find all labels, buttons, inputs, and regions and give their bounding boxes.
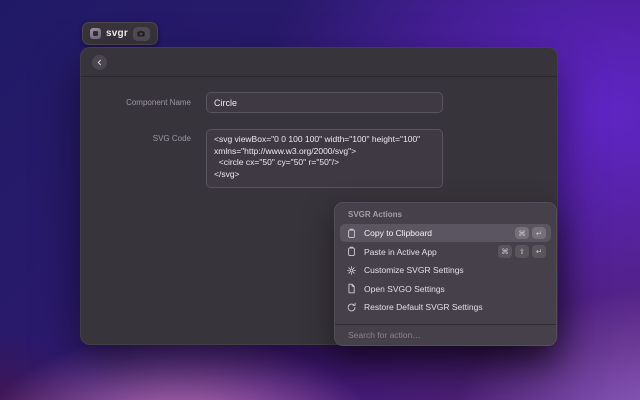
document-icon	[346, 283, 357, 294]
refresh-icon	[346, 302, 357, 313]
gear-icon	[346, 265, 357, 276]
chevron-left-icon	[95, 58, 104, 67]
svgr-window: Component Name SVG Code <svg viewBox="0 …	[80, 47, 558, 345]
action-item-customize-svgr-settings[interactable]: Customize SVGR Settings	[340, 261, 551, 279]
action-search-bar	[335, 324, 556, 345]
window-header	[81, 48, 557, 77]
extension-icon	[90, 28, 101, 39]
camera-icon[interactable]	[133, 27, 150, 41]
key-shift: ⇧	[515, 245, 529, 258]
clipboard-icon	[346, 228, 357, 239]
action-list: Copy to Clipboard ⌘ ↵ Paste in Active Ap…	[340, 224, 551, 320]
action-item-open-svgo-settings[interactable]: Open SVGO Settings	[340, 280, 551, 298]
component-name-input[interactable]	[206, 92, 443, 113]
action-label: Open SVGO Settings	[364, 284, 546, 294]
key-cmd: ⌘	[498, 245, 512, 258]
svg-code-label: SVG Code	[81, 133, 191, 145]
app-tab-svgr[interactable]: svgr	[82, 22, 158, 45]
clipboard-icon	[346, 246, 357, 257]
svg-code-textarea[interactable]: <svg viewBox="0 0 100 100" width="100" h…	[206, 129, 443, 188]
component-name-label: Component Name	[81, 92, 191, 113]
key-return: ↵	[532, 227, 546, 240]
action-item-paste-in-active-app[interactable]: Paste in Active App ⌘ ⇧ ↵	[340, 243, 551, 261]
action-label: Copy to Clipboard	[364, 228, 515, 238]
action-item-restore-default-svgr-settings[interactable]: Restore Default SVGR Settings	[340, 298, 551, 316]
action-label: Restore Default SVGR Settings	[364, 302, 546, 312]
key-cmd: ⌘	[515, 227, 529, 240]
key-return: ↵	[532, 245, 546, 258]
action-search-input[interactable]	[335, 330, 556, 340]
back-button[interactable]	[92, 55, 107, 70]
action-label: Paste in Active App	[364, 247, 498, 257]
desktop: { "colors": { "background_indigo": "#201…	[0, 0, 640, 400]
action-label: Customize SVGR Settings	[364, 265, 546, 275]
app-tab-title: svgr	[106, 28, 128, 39]
action-panel: SVGR Actions Copy to Clipboard ⌘ ↵ Pas	[334, 202, 557, 346]
action-item-copy-to-clipboard[interactable]: Copy to Clipboard ⌘ ↵	[340, 224, 551, 242]
shortcut-keys: ⌘ ⇧ ↵	[498, 245, 546, 258]
action-panel-title: SVGR Actions	[348, 210, 402, 219]
shortcut-keys: ⌘ ↵	[515, 227, 546, 240]
